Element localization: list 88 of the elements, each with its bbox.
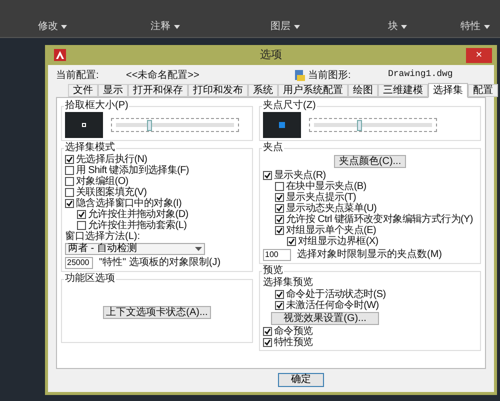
checkbox[interactable] [65, 199, 74, 208]
current-profile: <<未命名配置>> [126, 68, 200, 82]
checkbox[interactable] [275, 204, 284, 213]
checkbox[interactable] [263, 338, 272, 347]
checkbox-label: 允许按住并拖动套索(L) [88, 220, 187, 231]
field-label: 选择对象时限制显示的夹点数(M) [297, 248, 442, 260]
ribbon-panel-menu[interactable]: 特性 [460, 19, 490, 34]
caret-icon [401, 24, 407, 28]
tab[interactable]: 系统 [248, 84, 278, 97]
checkbox[interactable] [275, 215, 284, 224]
tab[interactable]: 文件 [68, 84, 98, 97]
checkbox[interactable] [65, 155, 74, 164]
checkbox[interactable] [263, 171, 272, 180]
group-subtitle: 选择集预览 [263, 277, 314, 288]
group-title: 功能区选项 [64, 273, 116, 285]
preview-swatch [65, 112, 103, 138]
checkbox-label: 用 Shift 键添加到选择集(F) [76, 165, 189, 176]
checkbox-label: 在块中显示夹点(B) [286, 181, 366, 192]
checkbox[interactable] [275, 226, 284, 235]
caret-icon [484, 24, 490, 28]
checkbox-label: 显示夹点提示(T) [286, 192, 356, 203]
field-label: "特性" 选项板的对象限制(J) [99, 256, 221, 268]
preview-swatch [263, 112, 301, 138]
tab[interactable]: 用户系统配置 [278, 84, 348, 97]
group-title: 选择集模式 [64, 142, 116, 154]
app-logo-icon [54, 49, 66, 61]
checkbox[interactable] [65, 177, 74, 186]
slider-thumb[interactable] [357, 120, 362, 131]
input-field[interactable]: 100 [263, 248, 291, 260]
ribbon-panel-menu[interactable]: 注释 [150, 19, 180, 34]
checkbox[interactable] [275, 193, 284, 202]
button[interactable]: 夹点颜色(C)... [334, 155, 406, 168]
checkbox-label: 命令预览 [274, 326, 313, 337]
checkbox[interactable] [65, 166, 74, 175]
input-field[interactable]: 25000 [65, 256, 93, 268]
tab[interactable]: 三维建模 [378, 84, 428, 97]
caret-icon [174, 24, 180, 28]
checkbox-label: 对象编组(O) [76, 176, 128, 187]
tab[interactable]: 选择集 [428, 83, 468, 98]
close-button[interactable]: × [466, 48, 492, 62]
current-drawing: Drawing1.dwg [388, 68, 453, 82]
field-label: 窗口选择方法(L): [65, 231, 141, 242]
checkbox-label: 关联图案填充(V) [76, 187, 147, 198]
caret-icon [195, 247, 202, 251]
checkbox[interactable] [77, 221, 86, 230]
tab[interactable]: 显示 [98, 84, 128, 97]
dialog-title: 选项 [260, 48, 282, 63]
checkbox-label: 对组显示单个夹点(E) [286, 225, 376, 236]
checkbox[interactable] [287, 237, 296, 246]
caret-icon [61, 24, 67, 28]
checkbox[interactable] [275, 290, 284, 299]
dropdown[interactable]: 两者 - 自动检测 [65, 243, 205, 255]
checkbox[interactable] [275, 182, 284, 191]
group-title: 夹点尺寸(Z) [262, 100, 317, 112]
drawing-file-icon [294, 70, 305, 80]
checkbox[interactable] [275, 301, 284, 310]
checkbox-label: 先选择后执行(N) [76, 154, 148, 165]
checkbox-label: 命令处于活动状态时(S) [286, 289, 386, 300]
ribbon-panel-menu[interactable]: 块 [388, 19, 407, 34]
checkbox-label: 隐含选择窗口中的对象(I) [76, 198, 182, 209]
ribbon-panel-menu[interactable]: 修改 [38, 19, 67, 34]
tab[interactable]: 打印和发布 [188, 84, 248, 97]
button[interactable]: 上下文选项卡状态(A)... [103, 306, 211, 319]
button[interactable]: 确定 [278, 373, 324, 387]
caret-icon [294, 24, 300, 28]
checkbox[interactable] [77, 210, 86, 219]
ribbon-panel-menu[interactable]: 图层 [270, 19, 300, 34]
current-profile-label: 当前配置: [56, 68, 100, 82]
tab[interactable]: 打开和保存 [128, 84, 188, 97]
button[interactable]: 视觉效果设置(G)... [271, 312, 379, 325]
checkbox-label: 特性预览 [274, 337, 313, 348]
tab[interactable]: 配置 [468, 84, 498, 97]
checkbox-label: 允许按住并拖动对象(D) [88, 209, 188, 220]
slider[interactable] [309, 118, 437, 132]
checkbox[interactable] [263, 327, 272, 336]
checkbox-label: 未激活任何命令时(W) [286, 300, 379, 311]
current-drawing-label: 当前图形: [308, 68, 352, 82]
group-title: 预览 [262, 265, 284, 277]
slider-thumb[interactable] [147, 120, 152, 131]
group-title: 夹点 [262, 142, 284, 154]
group-title: 拾取框大小(P) [64, 100, 130, 112]
slider[interactable] [111, 118, 239, 132]
checkbox-label: 显示动态夹点菜单(U) [286, 203, 377, 214]
checkbox-label: 显示夹点(R) [274, 170, 326, 181]
checkbox-label: 允许按 Ctrl 键循环改变对象编辑方式行为(Y) [286, 214, 473, 225]
checkbox-label: 对组显示边界框(X) [298, 236, 378, 247]
checkbox[interactable] [65, 188, 74, 197]
tab[interactable]: 绘图 [348, 84, 378, 97]
